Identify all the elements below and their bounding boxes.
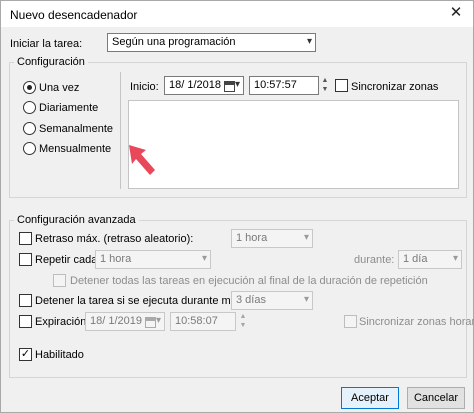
repeat-checkbox[interactable] bbox=[19, 253, 32, 266]
duration-value: 1 día bbox=[403, 253, 428, 265]
stop-if-value: 3 días bbox=[236, 294, 266, 306]
sync-zones-checkbox[interactable] bbox=[335, 79, 348, 92]
expiration-label: Expiración: bbox=[35, 316, 90, 328]
stop-all-checkbox[interactable] bbox=[53, 274, 66, 287]
start-date-picker[interactable]: 18/ 1/2018 ▾ bbox=[164, 76, 244, 95]
enabled-checkbox[interactable]: ✓ bbox=[19, 348, 32, 361]
delay-select[interactable]: 1 hora ▾ bbox=[231, 229, 313, 248]
schedule-detail-panel bbox=[128, 100, 459, 189]
cancel-button[interactable]: Cancelar bbox=[407, 387, 465, 409]
radio-once[interactable] bbox=[23, 81, 36, 94]
delay-label: Retraso máx. (retraso aleatorio): bbox=[35, 233, 194, 245]
start-task-label: Iniciar la tarea: bbox=[10, 38, 83, 50]
repeat-value: 1 hora bbox=[100, 253, 132, 265]
calendar-icon bbox=[224, 81, 235, 92]
expiration-date-value: 18/ 1/2019 bbox=[90, 315, 142, 327]
radio-once-label: Una vez bbox=[39, 82, 80, 94]
accept-button[interactable]: Aceptar bbox=[341, 387, 399, 409]
start-time-spinner[interactable]: ▲ ▼ bbox=[320, 76, 330, 95]
chevron-down-icon: ▾ bbox=[303, 232, 309, 243]
chevron-down-icon: ▾ bbox=[155, 315, 161, 326]
radio-daily[interactable] bbox=[23, 101, 36, 114]
chevron-down-icon: ▾ bbox=[234, 79, 240, 90]
stop-if-label: Detener la tarea si se ejecuta durante m… bbox=[35, 295, 261, 307]
start-task-value: Según una programación bbox=[112, 36, 236, 48]
stop-all-label: Detener todas las tareas en ejecución al… bbox=[70, 275, 428, 287]
start-label: Inicio: bbox=[130, 81, 159, 93]
expiration-time-input[interactable]: 10:58:07 bbox=[170, 312, 236, 331]
expiration-time-value: 10:58:07 bbox=[175, 315, 218, 327]
repeat-label: Repetir cada: bbox=[35, 254, 101, 266]
expiration-sync-label: Sincronizar zonas horaria bbox=[359, 316, 474, 328]
radio-daily-label: Diariamente bbox=[39, 102, 99, 114]
radio-monthly[interactable] bbox=[23, 142, 36, 155]
delay-value: 1 hora bbox=[236, 232, 268, 244]
config-divider bbox=[120, 72, 121, 189]
chevron-down-icon: ▾ bbox=[306, 36, 312, 47]
expiration-time-spinner[interactable]: ▲ ▼ bbox=[238, 312, 248, 331]
delay-checkbox[interactable] bbox=[19, 232, 32, 245]
advanced-legend: Configuración avanzada bbox=[14, 214, 139, 226]
start-time-value: 10:57:57 bbox=[254, 79, 297, 91]
chevron-down-icon: ▾ bbox=[303, 294, 309, 305]
radio-monthly-label: Mensualmente bbox=[39, 143, 112, 155]
radio-weekly-label: Semanalmente bbox=[39, 123, 113, 135]
duration-label: durante: bbox=[354, 254, 395, 266]
dialog-title: Nuevo desencadenador bbox=[10, 8, 138, 22]
start-task-select[interactable]: Según una programación ▾ bbox=[107, 33, 316, 52]
config-legend: Configuración bbox=[14, 56, 88, 68]
sync-zones-label: Sincronizar zonas bbox=[351, 81, 439, 93]
stop-if-checkbox[interactable] bbox=[19, 294, 32, 307]
new-trigger-dialog: Nuevo desencadenador ✕ Iniciar la tarea:… bbox=[0, 0, 474, 413]
repeat-select[interactable]: 1 hora ▾ bbox=[95, 250, 211, 269]
pointer-arrow-icon bbox=[129, 145, 155, 175]
stop-if-select[interactable]: 3 días ▾ bbox=[231, 291, 313, 310]
start-time-input[interactable]: 10:57:57 bbox=[249, 76, 319, 95]
expiration-sync-checkbox[interactable] bbox=[344, 315, 357, 328]
title-bar: Nuevo desencadenador ✕ bbox=[1, 1, 473, 27]
expiration-checkbox[interactable] bbox=[19, 315, 32, 328]
enabled-label: Habilitado bbox=[35, 349, 84, 361]
calendar-icon bbox=[145, 317, 156, 328]
chevron-down-icon: ▾ bbox=[201, 253, 207, 264]
radio-weekly[interactable] bbox=[23, 122, 36, 135]
duration-select[interactable]: 1 día ▾ bbox=[398, 250, 462, 269]
chevron-down-icon: ▾ bbox=[452, 253, 458, 264]
start-date-value: 18/ 1/2018 bbox=[169, 79, 221, 91]
close-button[interactable]: ✕ bbox=[443, 2, 469, 24]
expiration-date-picker[interactable]: 18/ 1/2019 ▾ bbox=[85, 312, 165, 331]
